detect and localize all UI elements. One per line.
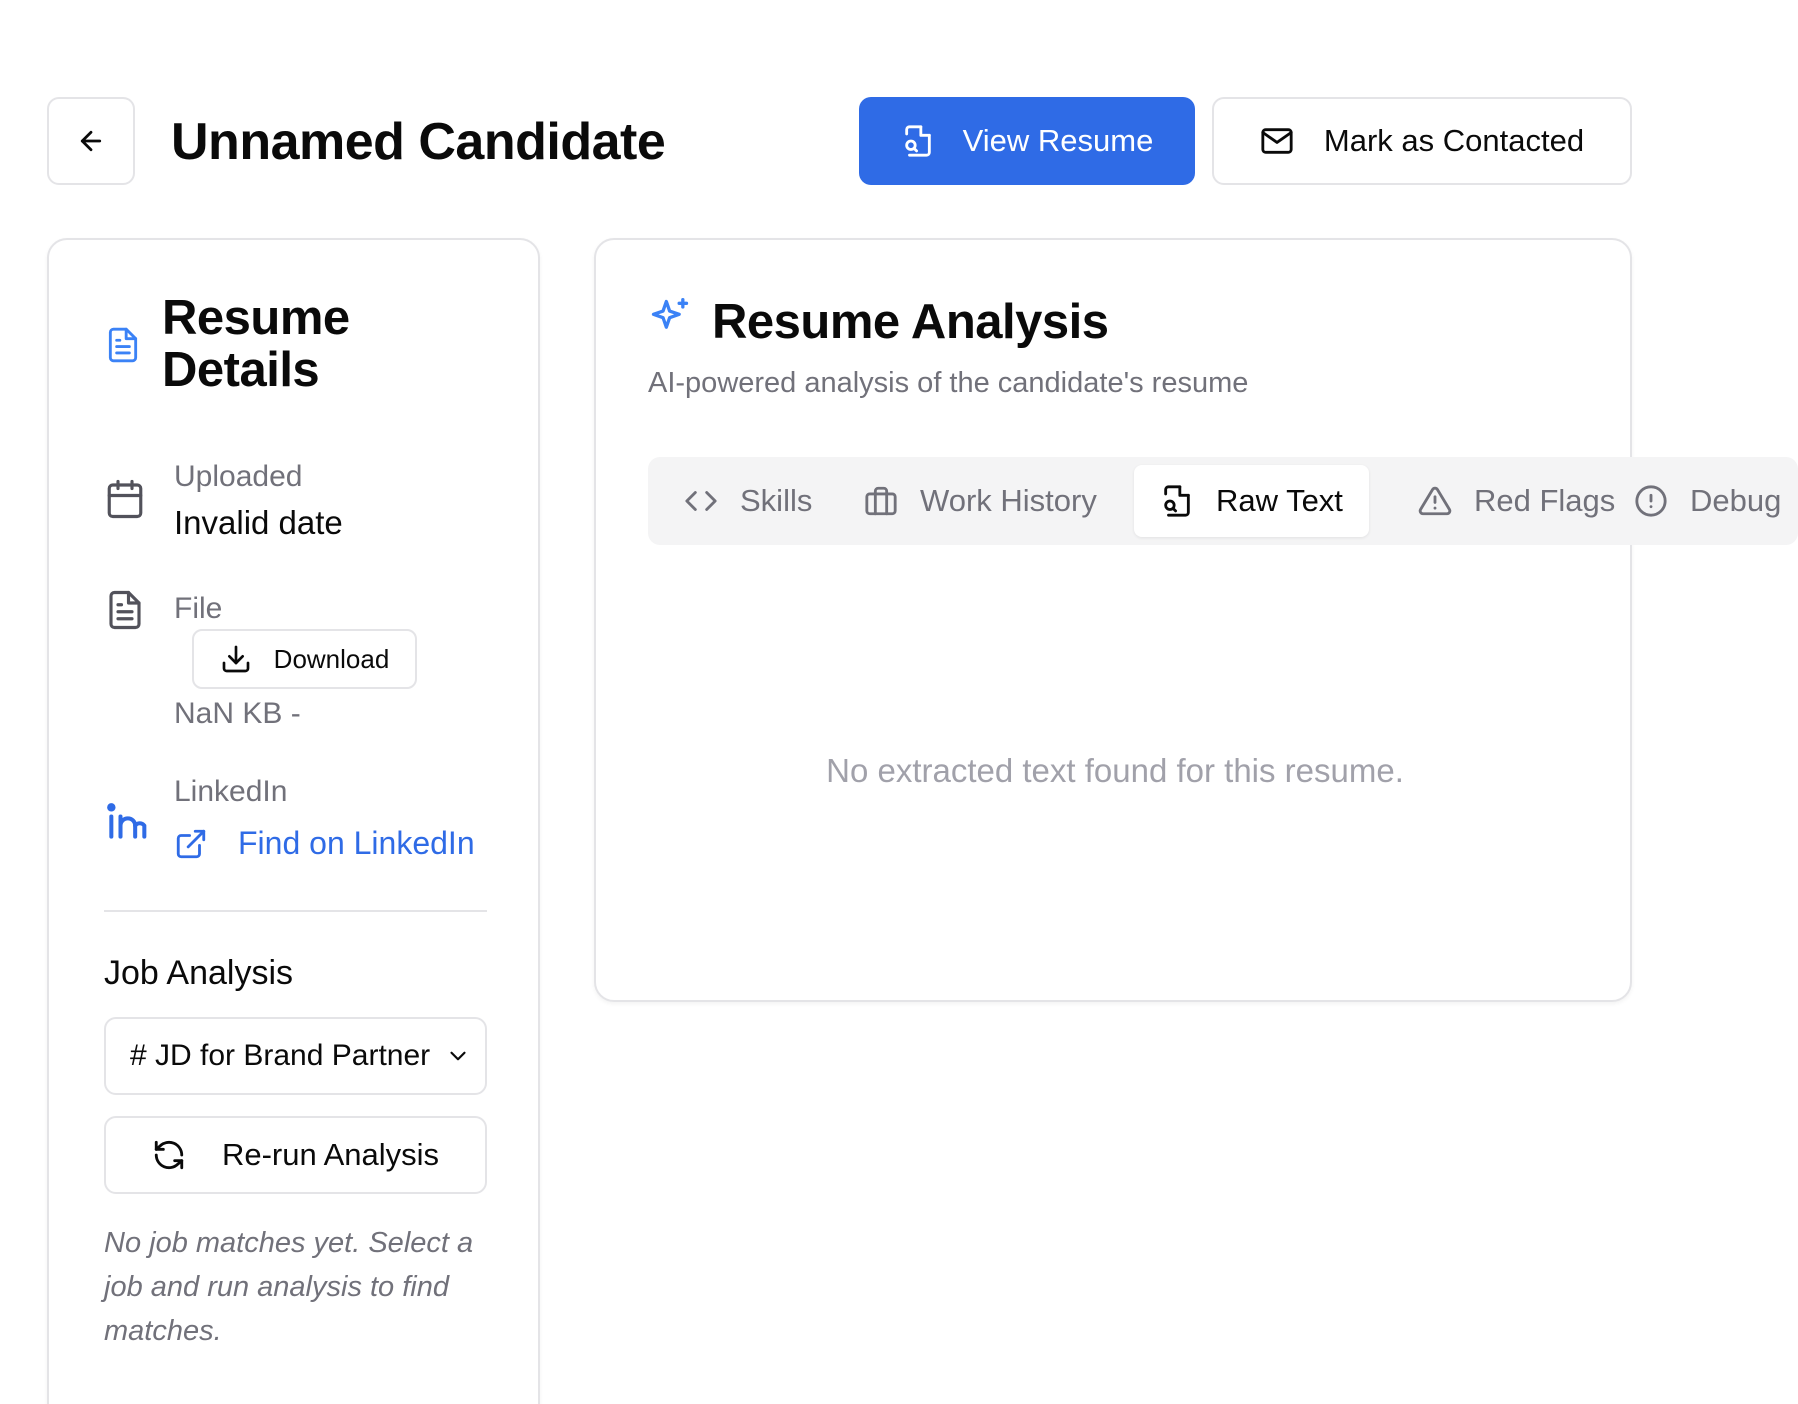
view-resume-button[interactable]: View Resume [859,97,1195,185]
uploaded-label: Uploaded [174,460,303,493]
file-text-icon [108,327,138,363]
resume-details-card: Resume Details Uploaded Invalid date Fil… [47,238,540,1404]
linkedin-link-label: Find on LinkedIn [238,825,475,861]
file-icon [109,590,141,630]
tab-raw-text-label: Raw Text [1216,483,1343,518]
uploaded-value: Invalid date [174,504,343,541]
code-icon [685,491,717,511]
tab-work-history-label: Work History [920,483,1097,518]
tab-work-history[interactable]: Work History [838,465,1123,537]
rerun-analysis-button[interactable]: Re-run Analysis [104,1116,487,1194]
tab-debug-label: Debug [1690,483,1782,518]
page-title: Unnamed Candidate [171,113,666,171]
file-search-icon [1164,485,1190,517]
resume-analysis-subtitle: AI-powered analysis of the candidate's r… [648,367,1249,399]
job-select[interactable]: # JD for Brand Partner [104,1017,487,1095]
job-analysis-title: Job Analysis [104,954,293,992]
tab-red-flags[interactable]: Red Flags [1392,465,1641,537]
download-icon [222,645,250,673]
analysis-tabs: Skills Work History Raw Text Red Flags D… [648,457,1798,545]
alert-circle-icon [1635,485,1667,517]
download-button[interactable]: Download [192,629,417,689]
mail-icon [1261,128,1293,154]
resume-details-title: Resume Details [162,291,350,397]
back-button[interactable] [47,97,135,185]
no-matches-text: No job matches yet. Select a job and run… [104,1227,474,1347]
refresh-icon [154,1140,184,1170]
chevron-down-icon [450,1051,466,1061]
tab-skills-label: Skills [740,483,813,518]
external-link-icon [176,829,206,858]
linkedin-icon [107,803,147,839]
file-label: File [174,592,223,625]
resume-analysis-title: Resume Analysis [712,295,1109,349]
tab-raw-text[interactable]: Raw Text [1134,465,1369,537]
tab-skills[interactable]: Skills [658,465,838,537]
job-select-value: # JD for Brand Partner [130,1039,431,1072]
calendar-icon [107,479,143,519]
file-size: NaN KB - [174,697,301,730]
find-on-linkedin-link[interactable]: Find on LinkedIn [174,825,475,862]
resume-analysis-card: Resume Analysis AI-powered analysis of t… [594,238,1798,1002]
tab-red-flags-label: Red Flags [1474,483,1616,518]
download-label: Download [273,643,390,674]
rerun-analysis-label: Re-run Analysis [221,1137,440,1172]
mark-contacted-label: Mark as Contacted [1323,123,1585,158]
alert-triangle-icon [1418,486,1452,516]
divider [104,910,487,912]
mark-contacted-button[interactable]: Mark as Contacted [1212,97,1632,185]
briefcase-icon [865,486,897,516]
view-resume-label: View Resume [962,123,1154,158]
sparkles-icon [651,298,689,329]
file-search-icon [904,125,931,157]
empty-raw-text-message: No extracted text found for this resume. [826,752,1404,789]
tab-debug[interactable]: Debug [1608,465,1798,537]
linkedin-label: LinkedIn [174,775,288,808]
arrow-left-icon [80,130,102,152]
candidate-page: Unnamed Candidate View Resume Mark as Co… [0,0,1798,1404]
